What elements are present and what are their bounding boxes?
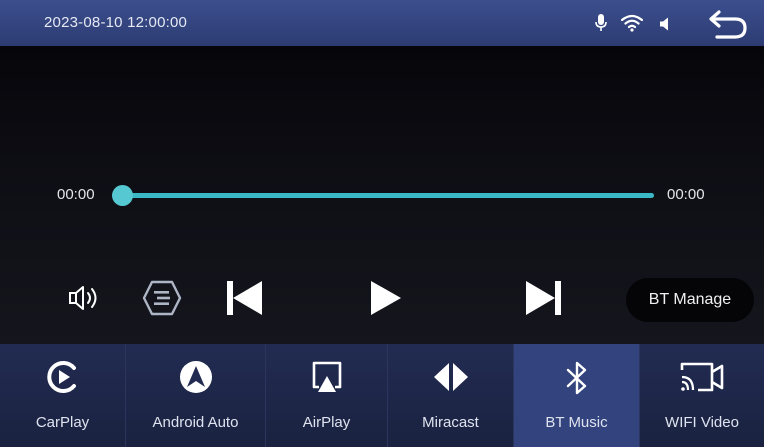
play-icon[interactable] — [371, 281, 401, 315]
carplay-icon — [46, 361, 76, 393]
dock-item-label: CarPlay — [35, 414, 90, 431]
speaker-icon[interactable] — [659, 17, 671, 31]
dock-item-carplay[interactable]: CarPlay — [0, 344, 126, 447]
progress-fill — [112, 193, 654, 198]
previous-icon[interactable] — [227, 281, 263, 315]
next-icon[interactable] — [526, 281, 562, 315]
dock-item-label: BT Music — [545, 414, 608, 431]
microphone-icon[interactable] — [595, 14, 607, 32]
dock-item-label: WIFI Video — [665, 414, 739, 431]
miracast-icon — [433, 363, 468, 391]
back-icon[interactable] — [707, 8, 749, 40]
wifi-video-icon — [680, 362, 724, 392]
wifi-icon[interactable] — [621, 14, 643, 32]
dock-item-wifi-video[interactable]: WIFI Video — [640, 344, 764, 447]
progress-track[interactable] — [112, 193, 654, 198]
status-bar: 2023-08-10 12:00:00 — [0, 0, 764, 46]
elapsed-time: 00:00 — [57, 186, 95, 203]
dock-item-label: Android Auto — [152, 414, 239, 431]
dock-item-airplay[interactable]: AirPlay — [266, 344, 388, 447]
dock-item-android-auto[interactable]: Android Auto — [126, 344, 266, 447]
dock-item-label: AirPlay — [302, 414, 351, 431]
app-dock: CarPlay Android Auto AirPlay Miracast BT… — [0, 344, 764, 447]
duration-time: 00:00 — [667, 186, 705, 203]
progress-thumb[interactable] — [112, 185, 133, 206]
android-auto-icon — [179, 361, 212, 393]
airplay-icon — [312, 361, 341, 392]
dock-item-label: Miracast — [422, 414, 479, 431]
datetime: 2023-08-10 12:00:00 — [44, 14, 188, 31]
volume-icon[interactable] — [68, 285, 104, 311]
dock-item-miracast[interactable]: Miracast — [388, 344, 514, 447]
dock-item-bt-music[interactable]: BT Music — [514, 344, 640, 447]
bluetooth-icon — [566, 361, 586, 395]
bt-manage-button[interactable]: BT Manage — [626, 278, 754, 322]
playlist-icon[interactable] — [142, 280, 182, 316]
